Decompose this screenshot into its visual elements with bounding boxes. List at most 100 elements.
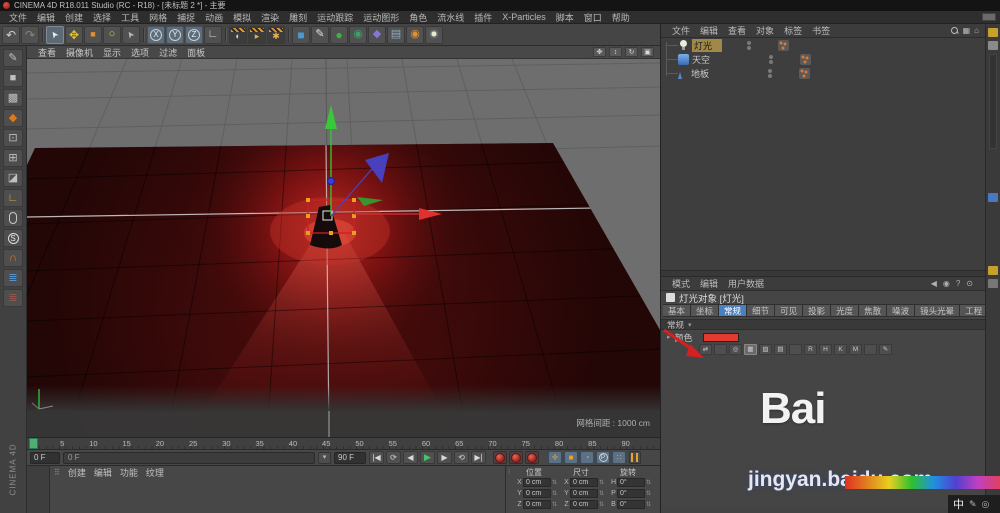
timeline-ruler[interactable]: 051015202530354045505560657075808590	[27, 437, 660, 450]
object-manager-menu-item[interactable]: 书签	[807, 24, 835, 37]
layout-tab-label[interactable]	[989, 54, 997, 149]
autokey-button[interactable]	[509, 451, 523, 464]
spinner-icon[interactable]: ⇅	[599, 479, 604, 486]
frame-range-slider[interactable]: 0 F	[63, 451, 315, 464]
object-manager-menu-item[interactable]: 标签	[779, 24, 807, 37]
object-manager-menu-item[interactable]: 对象	[751, 24, 779, 37]
undo-button[interactable]: ↶	[2, 25, 20, 44]
deformer-button[interactable]: ◆	[368, 25, 386, 44]
lock-x-button[interactable]: X	[147, 25, 165, 44]
search-icon[interactable]	[950, 26, 959, 35]
section-header[interactable]: 常规 ▾	[661, 319, 985, 330]
position-value-field[interactable]: 0 cm	[523, 478, 551, 487]
expand-icon[interactable]: ▸	[667, 333, 671, 341]
position-value-field[interactable]: 0 cm	[523, 489, 551, 498]
circle-icon[interactable]: ◎	[982, 499, 990, 510]
object-manager-menu-item[interactable]: 查看	[723, 24, 751, 37]
color-wheel-icon[interactable]: ◎	[729, 344, 742, 355]
layer-manager2-tool[interactable]: ≣	[3, 289, 23, 307]
menu-item[interactable]: 角色	[404, 11, 432, 24]
viewport-menu-item[interactable]: 显示	[98, 46, 126, 59]
spinner-icon[interactable]: ⇅	[552, 479, 557, 486]
sep[interactable]	[223, 26, 228, 44]
texture-mode-tool[interactable]: ▩	[3, 89, 23, 107]
menu-item[interactable]: 插件	[469, 11, 497, 24]
attribute-menu-item[interactable]: 用户数据	[723, 277, 769, 290]
menu-item[interactable]: 运动图形	[358, 11, 404, 24]
goto-end-button[interactable]: ▶|	[471, 451, 486, 464]
materials-panel[interactable]: ⠿ 创建 编辑 功能 纹理	[50, 466, 505, 513]
pan-view-icon[interactable]: ✥	[593, 47, 606, 57]
make-editable-tool[interactable]: ✎	[3, 49, 23, 67]
scale-tool[interactable]: ■	[84, 25, 102, 44]
spinner-icon[interactable]: ⇅	[599, 501, 604, 508]
gizmo-center-dot[interactable]	[327, 177, 335, 185]
light-object-button[interactable]: ●	[425, 25, 443, 44]
menu-item[interactable]: 选择	[88, 11, 116, 24]
menu-item[interactable]: 帮助	[607, 11, 635, 24]
pen-icon[interactable]: ✎	[969, 499, 977, 510]
sep[interactable]	[286, 26, 291, 44]
menubar-extra-button[interactable]	[982, 13, 996, 21]
path-icon[interactable]: ⌂	[974, 26, 979, 35]
layer-manager-tool[interactable]: ≣	[3, 269, 23, 287]
viewport-panel[interactable]: 查看 摄像机 显示 选项 过滤 面板 ✥ ↕ ↻ ▣ 网格间距 : 1000 cm	[27, 46, 660, 437]
materials-menu-item[interactable]: 纹理	[142, 466, 168, 479]
color-swatch[interactable]	[702, 332, 739, 342]
object-name[interactable]: 天空	[692, 53, 744, 66]
object-name[interactable]: 灯光	[692, 38, 722, 52]
next-key-button[interactable]: ▶	[437, 451, 452, 464]
model-mode-tool[interactable]: ■	[3, 69, 23, 87]
visibility-dots[interactable]	[758, 54, 784, 64]
menu-item[interactable]: 网格	[144, 11, 172, 24]
layout-tab-icon[interactable]	[988, 279, 998, 288]
filter-icon[interactable]: ▦	[963, 26, 971, 35]
keyframe-selection-button[interactable]	[525, 451, 539, 464]
history-back-icon[interactable]: ◀	[931, 279, 937, 288]
object-manager-menu-item[interactable]: 编辑	[695, 24, 723, 37]
goto-start-button[interactable]: |◀	[369, 451, 384, 464]
object-tag-icon[interactable]	[778, 39, 789, 51]
attribute-menu-item[interactable]: 模式	[667, 277, 695, 290]
visibility-dots[interactable]	[757, 68, 783, 78]
ime-language-indicator[interactable]: 中	[953, 496, 964, 512]
menu-item[interactable]: 脚本	[551, 11, 579, 24]
render-picture-button[interactable]: ▸	[248, 25, 266, 44]
frame-slider-dropdown[interactable]: ▾	[318, 451, 331, 464]
spinner-icon[interactable]: ⇅	[552, 490, 557, 497]
tab-basic[interactable]: 基本	[663, 304, 692, 317]
materials-menu-item[interactable]: 创建	[64, 466, 90, 479]
sep[interactable]	[40, 26, 45, 44]
axis-mode-tool[interactable]: ◆	[3, 109, 23, 127]
target-icon[interactable]: ⊙	[966, 279, 973, 288]
move-tool[interactable]: ✥	[65, 25, 83, 44]
menu-item[interactable]: 创建	[60, 11, 88, 24]
visibility-dots[interactable]	[736, 40, 762, 50]
lock-y-button[interactable]: Y	[166, 25, 184, 44]
rotation-value-field[interactable]: 0°	[617, 489, 645, 498]
color-spectrum-icon[interactable]: ▦	[744, 344, 757, 355]
size-value-field[interactable]: 0 cm	[570, 489, 598, 498]
spinner-icon[interactable]: ⇅	[646, 479, 651, 486]
mode-hsv-icon[interactable]: H	[819, 344, 832, 355]
key-rotation-toggle[interactable]: ◔	[580, 451, 594, 464]
object-type-icon[interactable]	[678, 53, 689, 65]
tab-coordinates[interactable]: 坐标	[691, 304, 720, 317]
key-scale-toggle[interactable]: ■	[564, 451, 578, 464]
menu-item[interactable]: 窗口	[579, 11, 607, 24]
compact-mode-icon[interactable]: ⇄	[699, 344, 712, 355]
points-mode-tool[interactable]: ⊡	[3, 129, 23, 147]
menu-item[interactable]: 工具	[116, 11, 144, 24]
object-row[interactable]: 地板	[661, 66, 985, 80]
viewport-menu-item[interactable]: 查看	[33, 46, 61, 59]
menu-item[interactable]: 雕刻	[284, 11, 312, 24]
array-button[interactable]: ◉	[349, 25, 367, 44]
object-type-icon[interactable]	[678, 71, 682, 79]
workplane-tool[interactable]: ∟	[3, 189, 23, 207]
live-selection-tool[interactable]: ➤	[46, 25, 64, 44]
maximize-view-icon[interactable]: ▣	[641, 47, 654, 57]
object-manager-menu-item[interactable]: 文件	[667, 24, 695, 37]
color-swatches-icon[interactable]: ▤	[774, 344, 787, 355]
current-frame-field[interactable]: 0 F	[30, 451, 60, 464]
rotate-tool[interactable]: ○	[103, 25, 121, 44]
